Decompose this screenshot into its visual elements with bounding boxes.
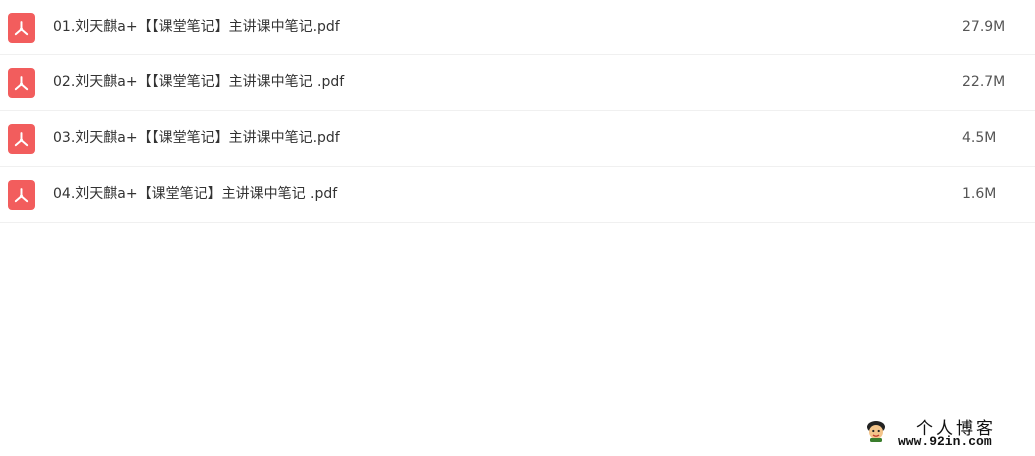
file-name[interactable]: 03.刘天麒a+【【课堂笔记】主讲课中笔记.pdf [53,111,340,166]
file-row[interactable]: 03.刘天麒a+【【课堂笔记】主讲课中笔记.pdf 4.5M [0,111,1035,167]
file-name[interactable]: 01.刘天麒a+【【课堂笔记】主讲课中笔记.pdf [53,0,340,55]
file-row[interactable]: 01.刘天麒a+【【课堂笔记】主讲课中笔记.pdf 27.9M [0,0,1035,55]
file-size: 27.9M [962,19,1006,35]
pdf-icon [8,13,35,43]
pdf-icon [8,180,35,210]
file-size: 1.6M [962,186,997,202]
pdf-icon [8,124,35,154]
avatar-icon [864,419,888,443]
file-row[interactable]: 02.刘天麒a+【【课堂笔记】主讲课中笔记 .pdf 22.7M [0,55,1035,111]
watermark: 个人博客 www.92in.com [862,414,1022,452]
file-size: 4.5M [962,130,997,146]
file-row[interactable]: 04.刘天麒a+【课堂笔记】主讲课中笔记 .pdf 1.6M [0,167,1035,223]
file-size: 22.7M [962,74,1006,90]
file-name[interactable]: 04.刘天麒a+【课堂笔记】主讲课中笔记 .pdf [53,167,337,222]
pdf-icon [8,68,35,98]
watermark-url: www.92in.com [898,434,992,449]
file-list: 01.刘天麒a+【【课堂笔记】主讲课中笔记.pdf 27.9M 02.刘天麒a+… [0,0,1035,223]
file-name[interactable]: 02.刘天麒a+【【课堂笔记】主讲课中笔记 .pdf [53,55,344,110]
